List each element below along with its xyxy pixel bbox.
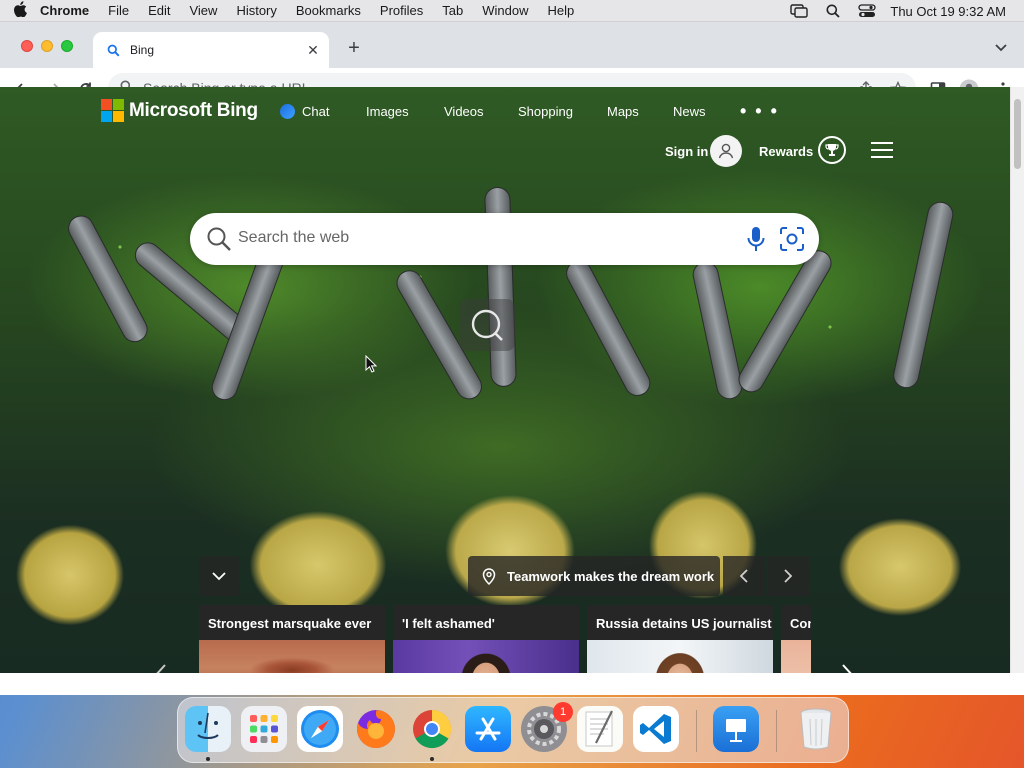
menu-app-name[interactable]: Chrome (40, 3, 89, 18)
chevron-left-icon (156, 664, 166, 673)
tab-search-chevron-icon[interactable] (994, 40, 1010, 52)
minimize-window-button[interactable] (41, 40, 53, 52)
macos-dock: 1 (177, 697, 849, 763)
tab-bing[interactable]: Bing ✕ (93, 32, 329, 68)
running-indicator (430, 757, 434, 761)
app-store-icon[interactable] (465, 706, 511, 752)
close-tab-icon[interactable]: ✕ (305, 42, 321, 58)
safari-icon[interactable] (297, 706, 343, 752)
zoom-window-button[interactable] (61, 40, 73, 52)
close-window-button[interactable] (21, 40, 33, 52)
search-icon (206, 226, 232, 252)
menu-file[interactable]: File (108, 3, 129, 18)
spotlight-search-icon[interactable] (816, 4, 850, 18)
tab-strip: Bing ✕ + (0, 22, 1024, 68)
news-card[interactable]: Russia detains US journalist (587, 605, 773, 673)
menu-clock[interactable]: Thu Oct 19 9:32 AM (890, 4, 1006, 19)
menu-view[interactable]: View (189, 3, 217, 18)
bing-homepage: Microsoft Bing Chat Images Videos Shoppi… (0, 87, 1010, 673)
visual-search-overlay-icon[interactable] (459, 299, 515, 351)
textedit-icon[interactable] (577, 706, 623, 752)
running-indicator (206, 757, 210, 761)
keynote-icon[interactable] (713, 706, 759, 752)
menu-history[interactable]: History (236, 3, 276, 18)
menu-bookmarks[interactable]: Bookmarks (296, 3, 361, 18)
trash-icon[interactable] (793, 706, 839, 752)
voice-search-microphone-icon[interactable] (745, 226, 767, 252)
news-thumbnail (393, 640, 579, 673)
news-prev-button[interactable] (150, 661, 170, 673)
news-thumbnail (587, 640, 773, 673)
chat-bubble-icon (280, 104, 295, 119)
microsoft-bing-logo[interactable]: Microsoft Bing (101, 99, 258, 122)
rewards-trophy-icon[interactable] (818, 136, 846, 164)
menu-profiles[interactable]: Profiles (380, 3, 423, 18)
mouse-cursor-icon (365, 354, 378, 378)
finder-icon[interactable] (185, 706, 231, 752)
menu-window[interactable]: Window (482, 3, 528, 18)
dock-separator (696, 710, 697, 752)
news-next-button[interactable] (838, 661, 858, 673)
news-card[interactable]: Strongest marsquake ever (199, 605, 385, 673)
news-card-title: 'I felt ashamed' (402, 616, 495, 631)
vscode-icon[interactable] (633, 706, 679, 752)
microsoft-logo-icon (101, 99, 124, 122)
news-thumbnail (781, 640, 811, 673)
menu-tab[interactable]: Tab (442, 3, 463, 18)
rewards-link[interactable]: Rewards (759, 144, 813, 159)
tab-title: Bing (130, 43, 155, 57)
bing-favicon-icon (105, 42, 121, 58)
search-box[interactable]: Search the web (190, 213, 819, 265)
nav-maps[interactable]: Maps (607, 104, 639, 119)
news-thumbnail (199, 640, 385, 673)
nav-videos[interactable]: Videos (444, 104, 484, 119)
location-pin-icon (482, 567, 496, 585)
chrome-icon[interactable] (409, 706, 455, 752)
chevron-right-icon (842, 664, 852, 673)
sign-in-link[interactable]: Sign in (665, 144, 708, 159)
scrollbar-thumb[interactable] (1014, 99, 1021, 169)
next-image-button[interactable] (767, 556, 809, 596)
nav-shopping[interactable]: Shopping (518, 104, 573, 119)
nav-chat[interactable]: Chat (280, 104, 329, 119)
chevron-left-icon (739, 569, 748, 583)
dock-separator (776, 710, 777, 752)
settings-menu-icon[interactable] (871, 142, 893, 158)
apple-menu-icon[interactable] (0, 0, 40, 21)
control-center-icon[interactable] (850, 4, 884, 18)
user-avatar-icon[interactable] (710, 135, 742, 167)
more-nav-button[interactable]: • • • (740, 101, 779, 122)
previous-image-button[interactable] (723, 556, 765, 596)
news-card-title: Strongest marsquake ever (208, 616, 372, 631)
news-card[interactable]: Con (781, 605, 811, 673)
nav-images[interactable]: Images (366, 104, 409, 119)
nav-news[interactable]: News (673, 104, 706, 119)
menu-edit[interactable]: Edit (148, 3, 170, 18)
image-caption-text: Teamwork makes the dream work (507, 568, 715, 584)
screen-mirroring-icon[interactable] (782, 4, 816, 18)
visual-search-camera-icon[interactable] (779, 226, 805, 252)
menu-bar: Chrome File Edit View History Bookmarks … (0, 0, 1024, 22)
news-card-title: Con (790, 616, 811, 631)
collapse-feed-button[interactable] (199, 556, 239, 596)
nav-chat-label: Chat (302, 104, 330, 119)
page-scrollbar[interactable] (1010, 87, 1024, 673)
image-caption-button[interactable]: Teamwork makes the dream work (468, 556, 720, 596)
new-tab-button[interactable]: + (343, 38, 365, 60)
launchpad-icon[interactable] (241, 706, 287, 752)
notification-badge: 1 (553, 702, 573, 722)
chevron-right-icon (784, 569, 793, 583)
search-input[interactable]: Search the web (238, 229, 349, 247)
news-card[interactable]: 'I felt ashamed' (393, 605, 579, 673)
news-card-title: Russia detains US journalist (596, 616, 772, 631)
chevron-down-icon (212, 572, 226, 581)
menu-help[interactable]: Help (548, 3, 575, 18)
system-settings-icon[interactable]: 1 (521, 702, 573, 752)
logo-text: Microsoft Bing (129, 99, 258, 121)
firefox-icon[interactable] (353, 706, 399, 752)
